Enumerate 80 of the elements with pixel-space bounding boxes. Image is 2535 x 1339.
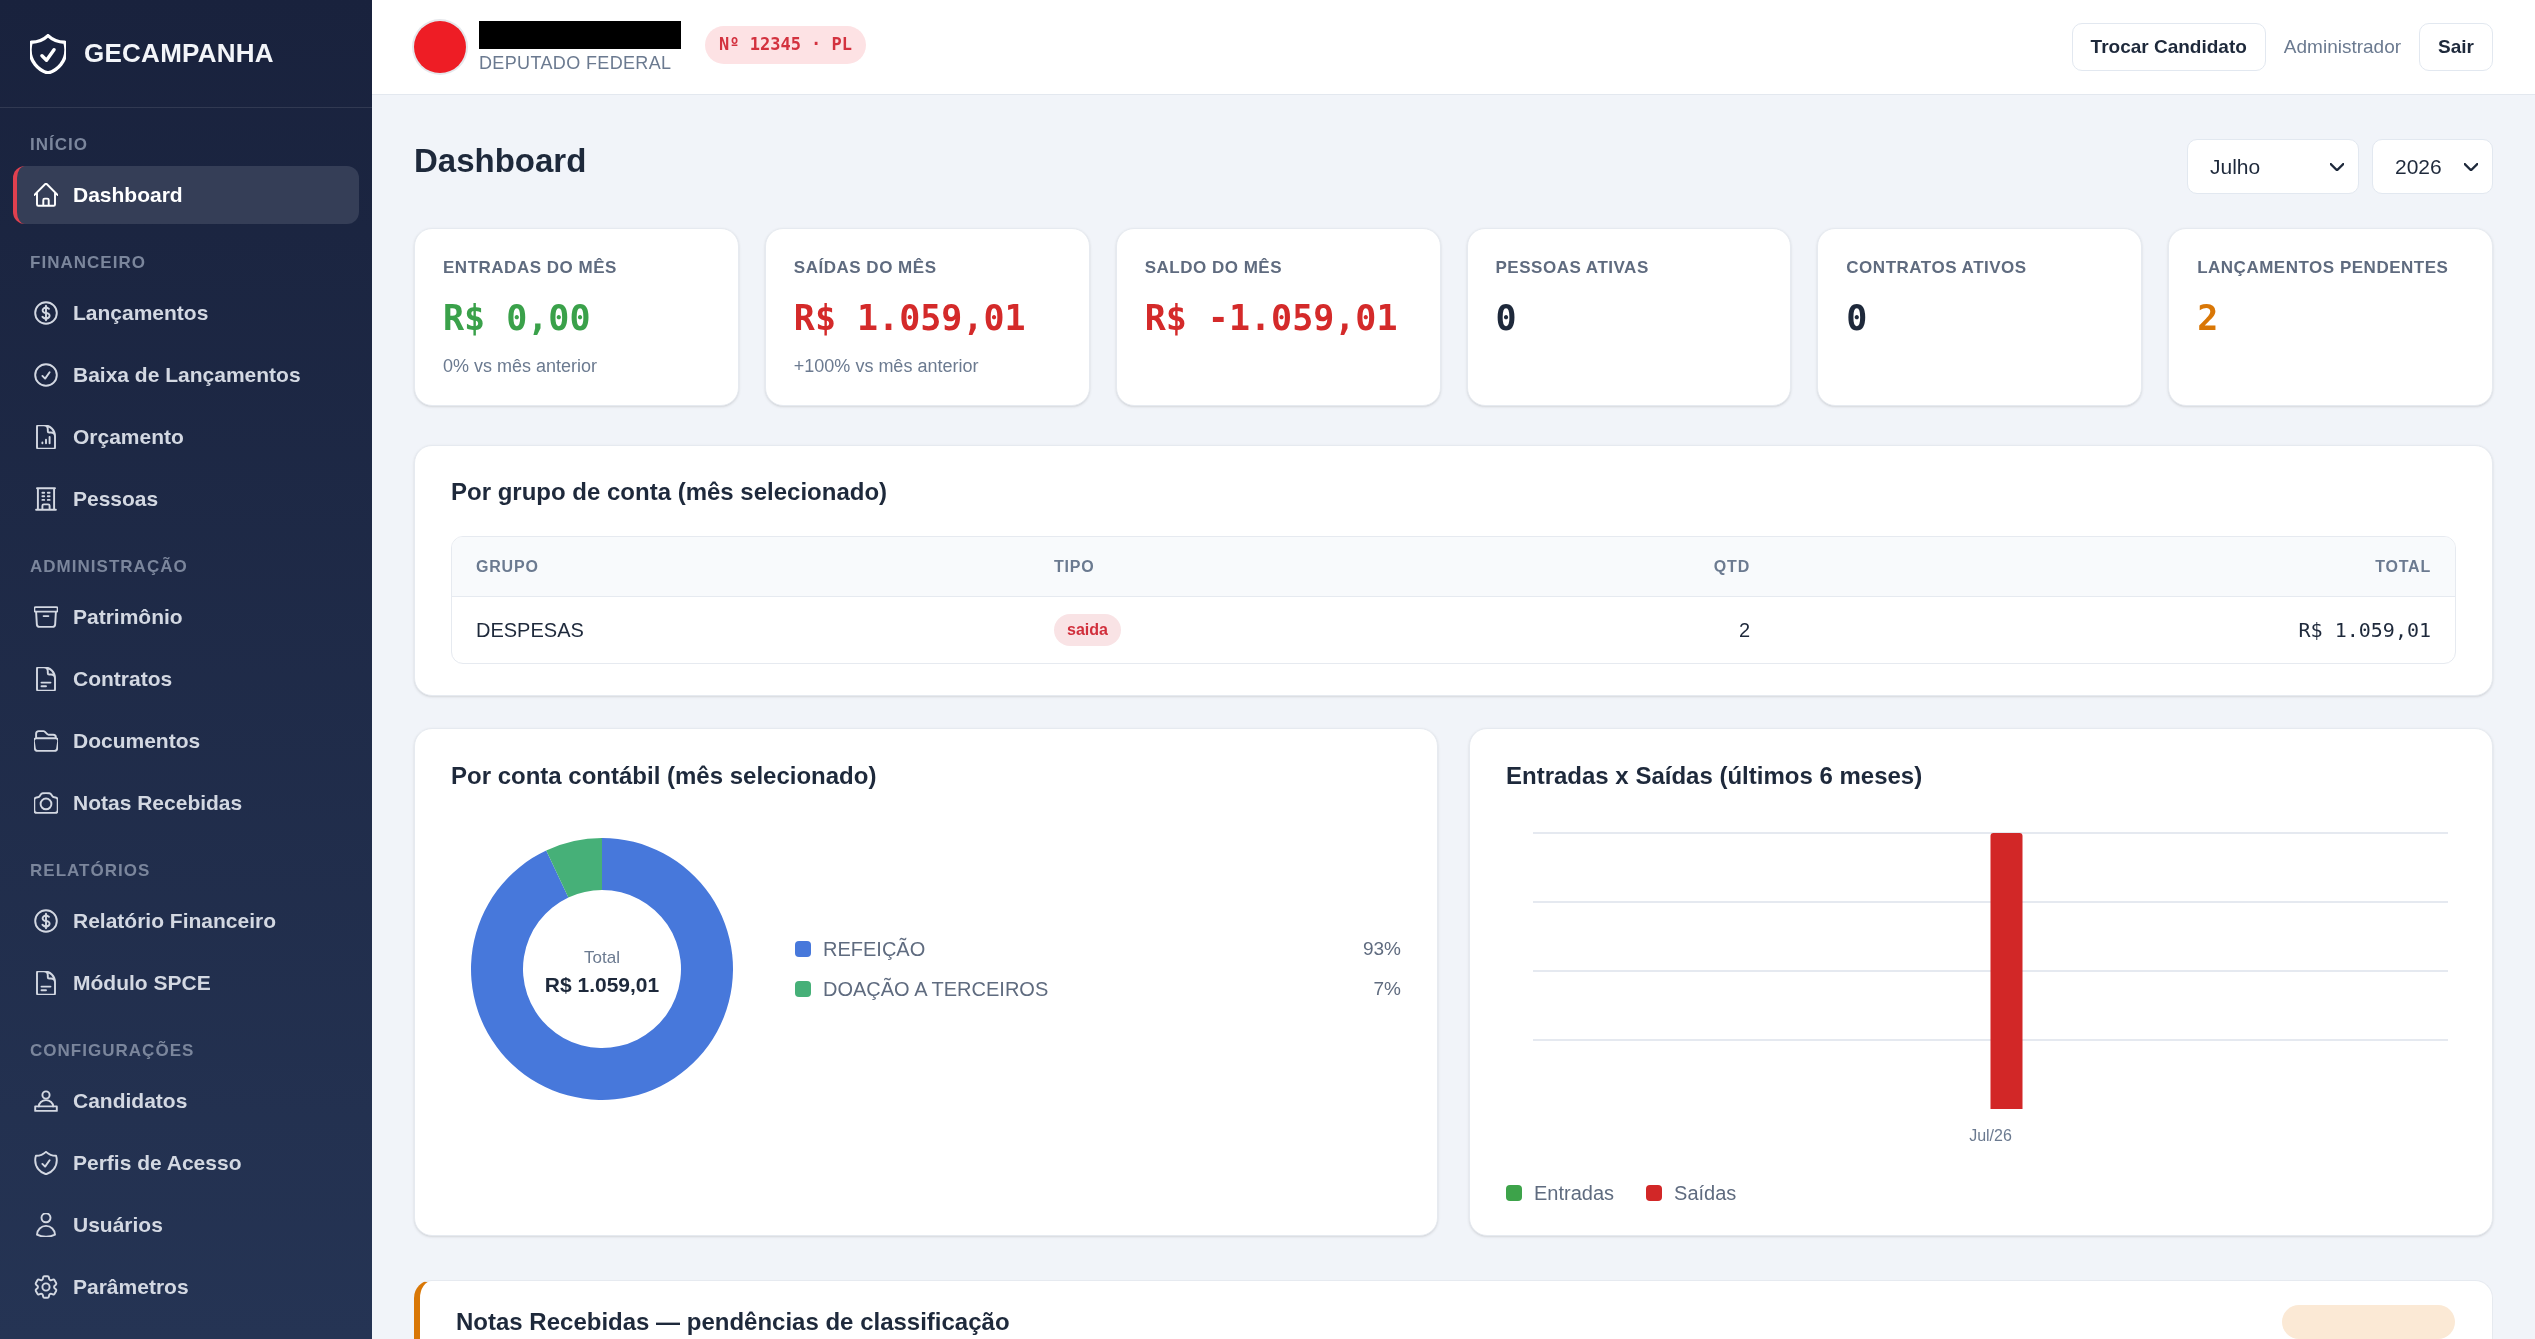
sidebar-item[interactable]: Patrimônio <box>13 588 359 646</box>
section-label: FINANCEIRO <box>29 253 147 273</box>
document-icon <box>34 971 58 995</box>
sidebar-item[interactable]: Perfis de Acesso <box>13 1134 359 1192</box>
section-label: INÍCIO <box>29 135 90 155</box>
stat-value: 2 <box>2197 297 2219 340</box>
sidebar-item[interactable]: Lançamentos <box>13 284 359 342</box>
sidebar-item[interactable]: Orçamento <box>13 408 359 466</box>
stat-value: 0 <box>1495 297 1517 340</box>
month-select[interactable]: Julho <box>2187 139 2359 194</box>
table-cell-text: R$ 1.059,01 <box>2298 617 2431 644</box>
section-label: CONFIGURAÇÕES <box>29 1041 196 1061</box>
sidebar-item[interactable]: Notas Recebidas <box>13 774 359 832</box>
legend-share: 7% <box>1373 976 1401 1001</box>
home-icon <box>34 183 58 207</box>
page-title: Dashboard <box>414 141 587 181</box>
column-header: GRUPO <box>476 556 539 577</box>
stat-value: R$ -1.059,01 <box>1144 297 1398 340</box>
user-name: Administrador <box>2283 34 2402 59</box>
stat-label: CONTRATOS ATIVOS <box>1846 257 2027 279</box>
legend-share: 93% <box>1362 936 1401 961</box>
year-select[interactable]: 2026 <box>2372 139 2493 194</box>
legend-label: Entradas <box>1534 1181 1615 1205</box>
avatar <box>414 21 466 73</box>
building-icon <box>34 487 58 511</box>
chevron-down-icon <box>2330 162 2344 171</box>
legend-label: REFEIÇÃO <box>823 936 926 962</box>
stat-note: 0% vs mês anterior <box>443 355 598 378</box>
camera-icon <box>34 791 58 815</box>
table-cell-text: 2 <box>1738 618 1750 643</box>
sidebar-item[interactable]: Parâmetros <box>13 1258 359 1316</box>
stat-label: SAÍDAS DO MÊS <box>793 257 937 279</box>
stat-label: SALDO DO MÊS <box>1144 257 1283 279</box>
folder-icon <box>34 729 58 753</box>
type-badge: saida <box>1054 614 1121 646</box>
column-header: QTD <box>1713 556 1750 577</box>
sidebar-item[interactable]: Documentos <box>13 712 359 770</box>
table-cell-text: DESPESAS <box>476 618 584 643</box>
donut-center-value: R$ 1.059,01 <box>544 971 660 998</box>
stat-label: LANÇAMENTOS PENDENTES <box>2197 257 2449 279</box>
shield-check-icon <box>34 1151 58 1175</box>
column-header: TIPO <box>1054 556 1095 577</box>
archive-box-icon <box>34 605 58 629</box>
legend-label: Saídas <box>1674 1181 1737 1205</box>
user-icon <box>34 1213 58 1237</box>
stat-note: +100% vs mês anterior <box>793 355 979 378</box>
stat-value: R$ 1.059,01 <box>793 297 1026 340</box>
sidebar-item[interactable]: Relatório Financeiro <box>13 892 359 950</box>
donut-center-label: Total <box>584 946 620 969</box>
section-label: ADMINISTRAÇÃO <box>29 557 189 577</box>
document-icon <box>34 667 58 691</box>
card-title: Por grupo de conta (mês selecionado) <box>451 477 889 507</box>
sidebar-item[interactable]: Módulo SPCE <box>13 954 359 1012</box>
stat-label: PESSOAS ATIVAS <box>1495 257 1649 279</box>
stat-value: R$ 0,00 <box>443 297 591 340</box>
candidate-office: DEPUTADO FEDERAL <box>479 53 673 73</box>
chevron-down-icon <box>2464 162 2478 171</box>
number-badge: Nº 12345 · PL <box>705 26 867 64</box>
card-title: Por conta contábil (mês selecionado) <box>451 761 878 791</box>
person-on-base-icon <box>34 1089 58 1113</box>
sidebar-item[interactable]: Usuários <box>13 1196 359 1254</box>
brand-name: GECAMPANHA <box>84 37 274 70</box>
settings-icon <box>34 1275 58 1299</box>
logout-button[interactable]: Sair <box>2419 23 2493 71</box>
axis-label: Jul/26 <box>1969 1127 2012 1144</box>
stat-label: ENTRADAS DO MÊS <box>443 257 617 279</box>
section-label: RELATÓRIOS <box>29 861 152 881</box>
sidebar-item[interactable]: Contratos <box>13 650 359 708</box>
sidebar-item[interactable]: Pessoas <box>13 470 359 528</box>
legend-label: DOAÇÃO A TERCEIROS <box>823 976 1049 1002</box>
card-title: Notas Recebidas — pendências de classificação <box>456 1307 1010 1337</box>
switch-candidate-button[interactable]: Trocar Candidato <box>2071 23 2266 71</box>
card-title: Entradas x Saídas (últimos 6 meses) <box>1506 761 1924 791</box>
sidebar-item[interactable]: Dashboard <box>13 166 359 224</box>
sidebar-item[interactable]: Candidatos <box>13 1072 359 1130</box>
column-header: TOTAL <box>2375 556 2431 577</box>
document-chart-icon <box>34 425 58 449</box>
stat-value: 0 <box>1846 297 1868 340</box>
sidebar-item[interactable]: Baixa de Lançamentos <box>13 346 359 404</box>
shield-check-logo-icon <box>30 33 66 74</box>
